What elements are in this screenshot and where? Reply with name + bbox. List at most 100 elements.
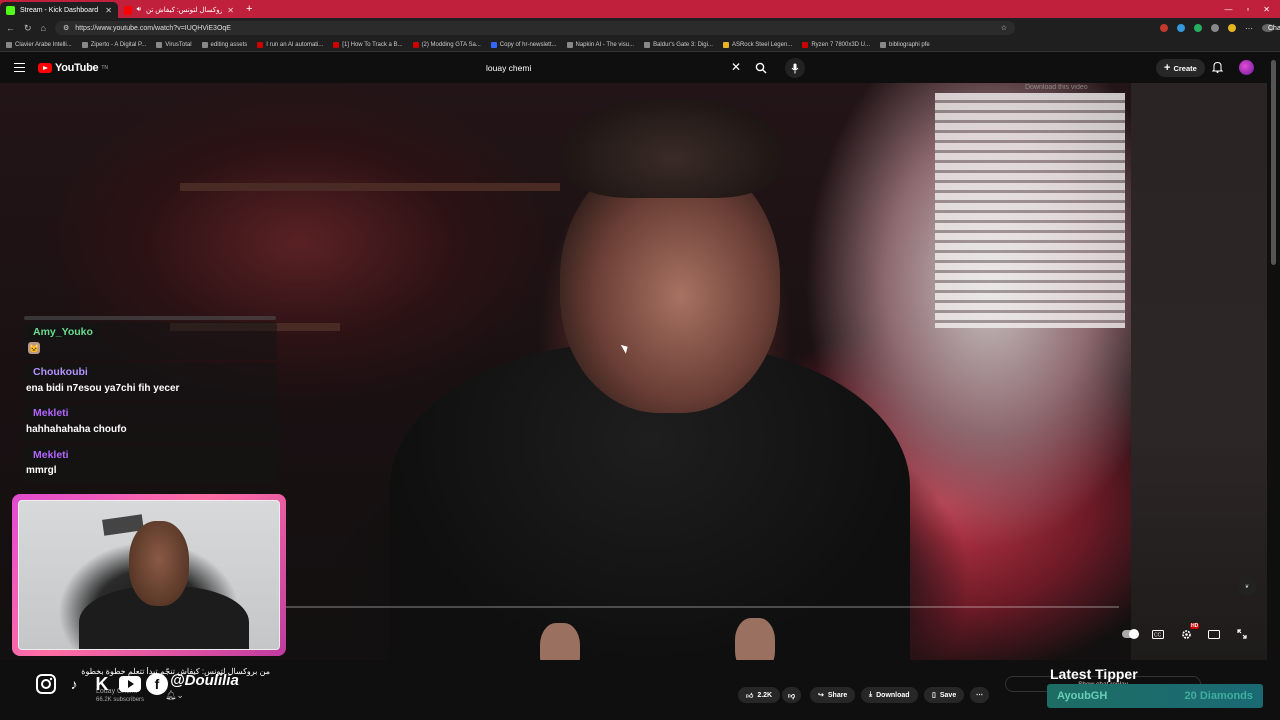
bookmark-item[interactable]: Baldur's Gate 3: Digi... bbox=[644, 41, 713, 48]
extension-icon[interactable] bbox=[1194, 24, 1202, 32]
extension-icon[interactable] bbox=[1177, 24, 1185, 32]
home-icon[interactable]: ⌂ bbox=[41, 23, 46, 33]
bookmark-favicon-icon bbox=[81, 41, 88, 48]
address-bar[interactable]: ⚙︎ https://www.youtube.com/watch?v=IUQHV… bbox=[54, 21, 1015, 35]
youtube-play-icon bbox=[38, 63, 52, 73]
bookmark-favicon-icon bbox=[722, 41, 729, 48]
speaker-icon[interactable]: 🔊︎ bbox=[137, 6, 141, 14]
bookmark-item[interactable]: VirusTotal bbox=[156, 41, 192, 48]
bookmark-favicon-icon bbox=[802, 41, 809, 48]
bookmark-item[interactable]: I run an AI automati... bbox=[257, 41, 323, 48]
share-label: Share bbox=[827, 691, 848, 699]
hamburger-menu-icon[interactable] bbox=[14, 63, 25, 72]
presenter-hair bbox=[565, 98, 780, 198]
new-tab-button[interactable]: + bbox=[246, 3, 252, 15]
hd-badge: HD bbox=[1190, 623, 1200, 629]
bookmark-item[interactable]: (2) Modding GTA Sa... bbox=[412, 41, 481, 48]
youtube-logo[interactable]: YouTube TN bbox=[38, 62, 108, 74]
bookmarks-bar: Clavier Arabe Intelli... Ziperto - A Dig… bbox=[0, 38, 1280, 52]
account-avatar[interactable] bbox=[1239, 60, 1254, 75]
close-tab-icon[interactable]: ✕ bbox=[105, 6, 112, 15]
bookmark-item[interactable]: [1] How To Track a B... bbox=[333, 41, 403, 48]
captions-icon: CC bbox=[1152, 629, 1164, 639]
download-hint[interactable]: Download this video bbox=[1025, 84, 1088, 91]
autoplay-toggle[interactable] bbox=[1122, 627, 1139, 641]
plus-icon: + bbox=[1164, 62, 1171, 74]
extension-icon[interactable] bbox=[1160, 24, 1168, 32]
channel-watermark-icon[interactable]: ❦ bbox=[1238, 578, 1256, 596]
bookmark-item[interactable]: ASRock Steel Legen... bbox=[722, 41, 792, 48]
window-controls: — ▫ ✕ bbox=[1224, 5, 1280, 14]
bookmark-favicon-icon bbox=[644, 41, 651, 48]
save-button[interactable]: ▯ Save bbox=[924, 687, 965, 703]
social-icons: ♪ K f bbox=[34, 672, 168, 696]
bookmark-item[interactable]: Copy of hr-newslett... bbox=[490, 41, 557, 48]
maximize-icon[interactable]: ▫ bbox=[1246, 5, 1249, 14]
folder-icon bbox=[201, 41, 208, 48]
dislike-button[interactable]: 👎︎ bbox=[782, 687, 802, 703]
search-input[interactable]: louay chemi bbox=[476, 57, 749, 79]
chat-button[interactable]: Chat bbox=[1262, 24, 1280, 32]
download-button[interactable]: ⤓ Download bbox=[861, 687, 918, 703]
folder-icon bbox=[880, 41, 887, 48]
minimize-icon[interactable]: — bbox=[1224, 5, 1232, 14]
bookmark-favicon-icon bbox=[333, 41, 340, 48]
settings-button[interactable] bbox=[1178, 627, 1194, 641]
chat-overlay-divider bbox=[24, 316, 276, 320]
webcam-feed bbox=[18, 500, 280, 650]
create-button[interactable]: + Create bbox=[1156, 59, 1205, 77]
like-button[interactable]: 👍︎ 2.2K bbox=[738, 687, 781, 703]
back-icon[interactable]: ← bbox=[6, 23, 15, 33]
extensions-area: ⋯ Chat bbox=[1160, 24, 1280, 33]
presenter-hand bbox=[540, 623, 580, 660]
social-handle: @Doulilia bbox=[170, 672, 239, 689]
browser-tab-bar: Stream - Kick Dashboard ✕ 🔊︎ من بروكسال … bbox=[0, 0, 1280, 18]
browser-tab-youtube[interactable]: 🔊︎ من بروكسال لتونس: كيفاش تن ✕ bbox=[118, 2, 240, 18]
bookmark-folder[interactable]: bibliographi pfe bbox=[880, 41, 930, 48]
page-scrollbar[interactable] bbox=[1271, 60, 1276, 265]
kick-icon: K bbox=[95, 673, 109, 694]
bookmark-item[interactable]: Ziperto - A Digital P... bbox=[81, 41, 146, 48]
captions-button[interactable]: CC bbox=[1150, 627, 1166, 641]
bookmark-item[interactable]: Clavier Arabe Intelli... bbox=[6, 41, 72, 48]
tipper-name: AyoubGH bbox=[1057, 690, 1108, 702]
close-window-icon[interactable]: ✕ bbox=[1263, 5, 1270, 14]
browser-tab-kick[interactable]: Stream - Kick Dashboard ✕ bbox=[0, 2, 118, 18]
share-button[interactable]: ↪ Share bbox=[810, 687, 856, 703]
bookmark-favicon-icon bbox=[6, 41, 12, 48]
download-icon: ⤓ bbox=[869, 691, 873, 698]
thumbs-down-icon: 👎︎ bbox=[788, 692, 796, 700]
search-icon bbox=[755, 62, 767, 74]
star-icon[interactable]: ☆ bbox=[1001, 24, 1007, 32]
create-label: Create bbox=[1173, 63, 1197, 73]
reload-icon[interactable]: ↻ bbox=[24, 23, 32, 34]
latest-tipper-box: AyoubGH 20 Diamonds bbox=[1047, 684, 1263, 708]
more-menu-icon[interactable]: ⋯ bbox=[1245, 24, 1253, 33]
site-info-icon[interactable]: ⚙︎ bbox=[63, 24, 69, 32]
url-text: https://www.youtube.com/watch?v=IUQHViE3… bbox=[75, 24, 231, 32]
more-icon: ⋯ bbox=[976, 692, 983, 699]
theater-mode-button[interactable] bbox=[1206, 627, 1222, 641]
search-query: louay chemi bbox=[486, 63, 532, 73]
clear-search-icon[interactable]: ✕ bbox=[731, 60, 741, 74]
kick-favicon-icon bbox=[6, 5, 15, 15]
voice-search-button[interactable] bbox=[785, 58, 805, 78]
notifications-bell-icon[interactable] bbox=[1211, 61, 1224, 76]
close-tab-icon[interactable]: ✕ bbox=[227, 6, 234, 15]
bookmark-favicon-icon bbox=[412, 41, 419, 48]
bookmark-favicon-icon bbox=[490, 41, 497, 48]
bookmark-item[interactable]: Ryzen 7 7800x3D U... bbox=[802, 41, 870, 48]
extension-icon[interactable] bbox=[1211, 24, 1219, 32]
svg-text:CC: CC bbox=[1154, 632, 1162, 638]
window-blinds bbox=[935, 93, 1125, 328]
bookmark-folder[interactable]: editing assets bbox=[201, 41, 247, 48]
save-label: Save bbox=[939, 691, 957, 699]
bookmark-item[interactable]: Napkin AI - The visu... bbox=[566, 41, 634, 48]
instagram-icon bbox=[34, 672, 58, 696]
search-button[interactable] bbox=[750, 58, 772, 78]
more-actions-button[interactable]: ⋯ bbox=[970, 687, 989, 703]
chat-emote-icon: 🐱 bbox=[28, 342, 40, 354]
fullscreen-button[interactable] bbox=[1234, 627, 1250, 641]
fullscreen-icon bbox=[1237, 629, 1247, 639]
profile-icon[interactable] bbox=[1228, 24, 1236, 32]
